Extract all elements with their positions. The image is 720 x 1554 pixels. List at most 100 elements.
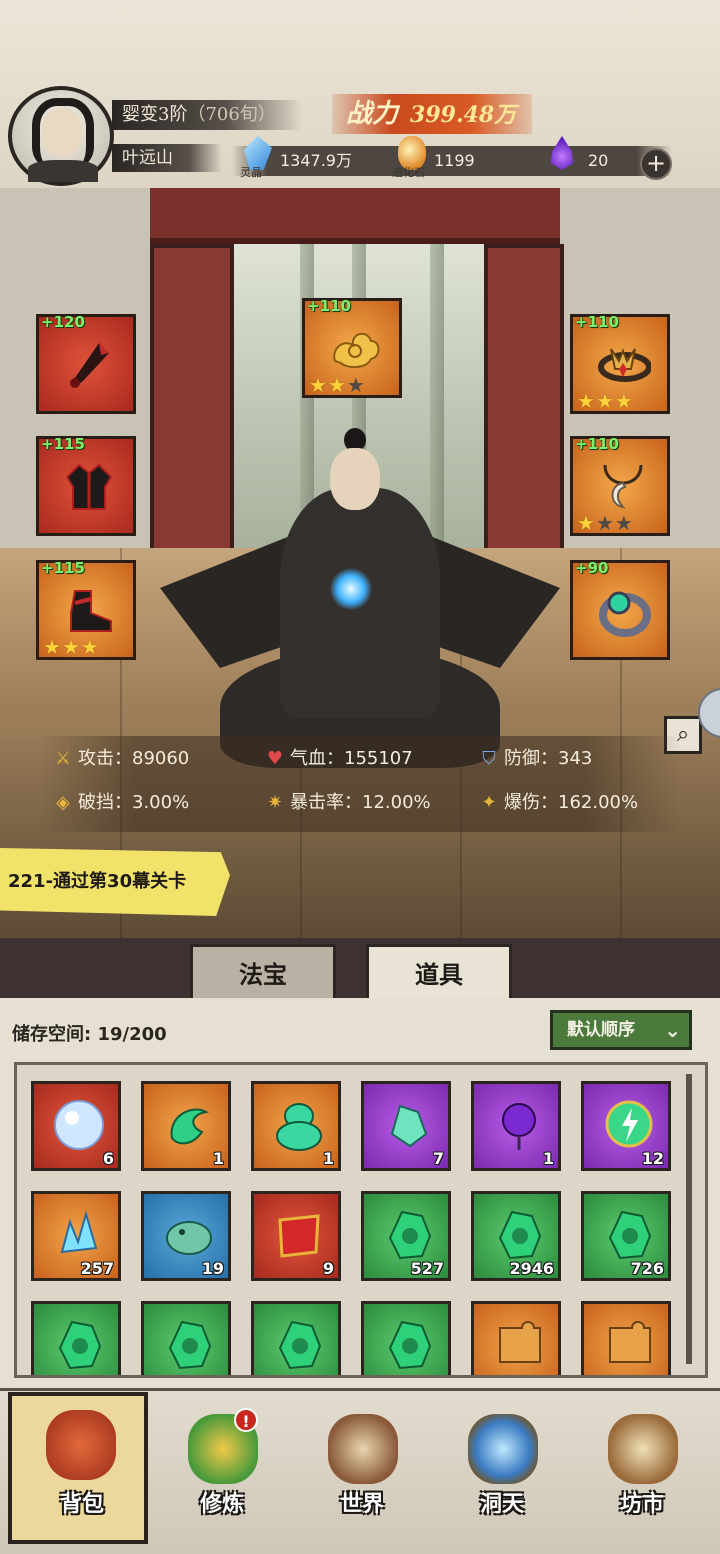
inventory-scrollbar[interactable]	[686, 1074, 692, 1364]
jade-slip-icon	[382, 1208, 436, 1262]
currency-purple-value: 20	[588, 151, 609, 170]
equip-slot-ring[interactable]: +90	[570, 559, 670, 660]
avatar-robe	[28, 160, 98, 182]
sort-dropdown[interactable]: 默认顺序 ⌄	[550, 1010, 692, 1050]
inventory-item[interactable]: 7	[361, 1081, 451, 1171]
stat-label: 破挡：	[78, 792, 132, 813]
realm-text: 婴变3阶	[122, 104, 188, 125]
item-count: 2946	[509, 1259, 554, 1278]
stat-attack: ⚔ 攻击：89060	[52, 746, 189, 772]
inventory-item[interactable]	[31, 1301, 121, 1375]
qi-orb-icon	[330, 568, 372, 610]
star-empty-icon: ★	[346, 373, 366, 397]
player-avatar[interactable]	[8, 86, 114, 186]
tab-strip	[0, 938, 720, 998]
crown-band-icon	[595, 337, 652, 393]
player-name: 叶远山	[112, 144, 222, 172]
dagger-icon	[61, 337, 117, 393]
stat-label: 暴击率：	[290, 792, 362, 813]
stat-value: 162.00%	[558, 792, 639, 813]
star-icon: ★	[309, 373, 328, 397]
inventory-item[interactable]	[251, 1301, 341, 1375]
equip-slot-armor[interactable]: +115	[36, 435, 136, 536]
storage-value: 19/200	[97, 1024, 167, 1045]
item-count: 9	[322, 1259, 334, 1278]
purple-flower-icon	[492, 1098, 546, 1152]
star-empty-icon: ★	[595, 511, 615, 535]
star-icon: ★	[80, 635, 100, 659]
equip-slot-necklace[interactable]: +110 ★★★	[570, 435, 670, 536]
stat-hp: ♥ 气血：155107	[264, 746, 413, 772]
equip-slot-boots[interactable]: +115 ★★★	[36, 559, 136, 660]
nav-cultivate[interactable]: ! 修炼	[162, 1400, 282, 1540]
stat-label: 防御：	[504, 748, 558, 769]
bag-icon	[46, 1410, 116, 1480]
quest-banner[interactable]: 221-通过第30幕关卡	[0, 848, 230, 916]
purple-flame-icon	[550, 136, 574, 170]
inventory-item[interactable]: 1	[141, 1081, 231, 1171]
tab-daoju[interactable]: 道具	[366, 944, 512, 998]
inventory-item[interactable]: 9	[251, 1191, 341, 1281]
item-count: 1	[542, 1149, 554, 1168]
inventory-item[interactable]: 12	[581, 1081, 671, 1171]
inventory-item[interactable]: 19	[141, 1191, 231, 1281]
crit-rate-icon: ✷	[267, 792, 283, 813]
equip-bonus: +110	[575, 435, 619, 453]
nav-bag[interactable]: 背包	[8, 1392, 148, 1544]
nav-label: 修炼	[199, 1491, 244, 1517]
nav-world[interactable]: 世界	[302, 1400, 422, 1540]
nav-label: 背包	[59, 1491, 104, 1517]
star-icon: ★	[43, 635, 62, 659]
nav-dongtian[interactable]: 洞天	[442, 1400, 562, 1540]
spirit-orb-icon	[52, 1098, 106, 1152]
item-count: 257	[80, 1259, 114, 1278]
inventory-grid[interactable]: 6 1 1 7 1 12 257 19 9 527 2946 726	[14, 1062, 708, 1378]
inventory-item[interactable]	[141, 1301, 231, 1375]
tab-fabao[interactable]: 法宝	[190, 944, 336, 998]
character-head	[330, 448, 380, 510]
star-empty-icon: ★	[614, 511, 634, 535]
green-crystal-shard-icon	[382, 1098, 436, 1152]
combat-power: 战力 399.48万	[332, 94, 532, 134]
heart-icon: ♥	[266, 748, 284, 769]
inventory-item[interactable]	[471, 1301, 561, 1375]
stat-value: 3.00%	[132, 792, 190, 813]
stat-break: ◈ 破挡：3.00%	[52, 790, 189, 816]
jade-slip-icon	[492, 1208, 546, 1262]
equip-stars: ★★★	[577, 513, 634, 533]
equip-slot-artifact[interactable]: +110 ★★★	[302, 297, 402, 398]
item-count: 6	[102, 1149, 114, 1168]
inventory-item[interactable]	[581, 1301, 671, 1375]
inventory-item[interactable]: 1	[471, 1081, 561, 1171]
break-shield-icon: ◈	[56, 792, 70, 813]
item-count: 726	[630, 1259, 664, 1278]
avatar-face	[42, 108, 82, 156]
equip-slot-weapon[interactable]: +120	[36, 313, 136, 414]
item-count: 1	[212, 1149, 224, 1168]
equip-stars: ★★★	[309, 375, 366, 395]
inventory-item[interactable]: 527	[361, 1191, 451, 1281]
stat-value: 12.00%	[362, 792, 431, 813]
inventory-item[interactable]: 6	[31, 1081, 121, 1171]
equip-stars: ★★★	[43, 637, 100, 657]
equip-slot-headband[interactable]: +110 ★★★	[570, 313, 670, 414]
inventory-item[interactable]: 2946	[471, 1191, 561, 1281]
meditating-character[interactable]	[160, 428, 560, 918]
power-label: 战力	[346, 99, 399, 129]
stat-value: 343	[558, 748, 593, 769]
jade-slip-icon	[382, 1318, 436, 1372]
add-currency-button[interactable]: +	[640, 148, 672, 180]
inventory-item[interactable]: 726	[581, 1191, 671, 1281]
jade-lotus-gourd-icon	[272, 1098, 326, 1152]
item-count: 19	[201, 1259, 224, 1278]
inventory-item[interactable]: 257	[31, 1191, 121, 1281]
jade-slip-icon	[602, 1208, 656, 1262]
crit-damage-icon: ✦	[481, 792, 497, 813]
inventory-item[interactable]	[361, 1301, 451, 1375]
star-icon: ★	[577, 511, 596, 535]
star-icon: ★	[327, 373, 347, 397]
nav-market[interactable]: 坊市	[582, 1400, 702, 1540]
inventory-item[interactable]: 1	[251, 1081, 341, 1171]
pendant-necklace-icon	[595, 459, 651, 515]
currency-zaohuashi-value: 1199	[434, 151, 475, 170]
